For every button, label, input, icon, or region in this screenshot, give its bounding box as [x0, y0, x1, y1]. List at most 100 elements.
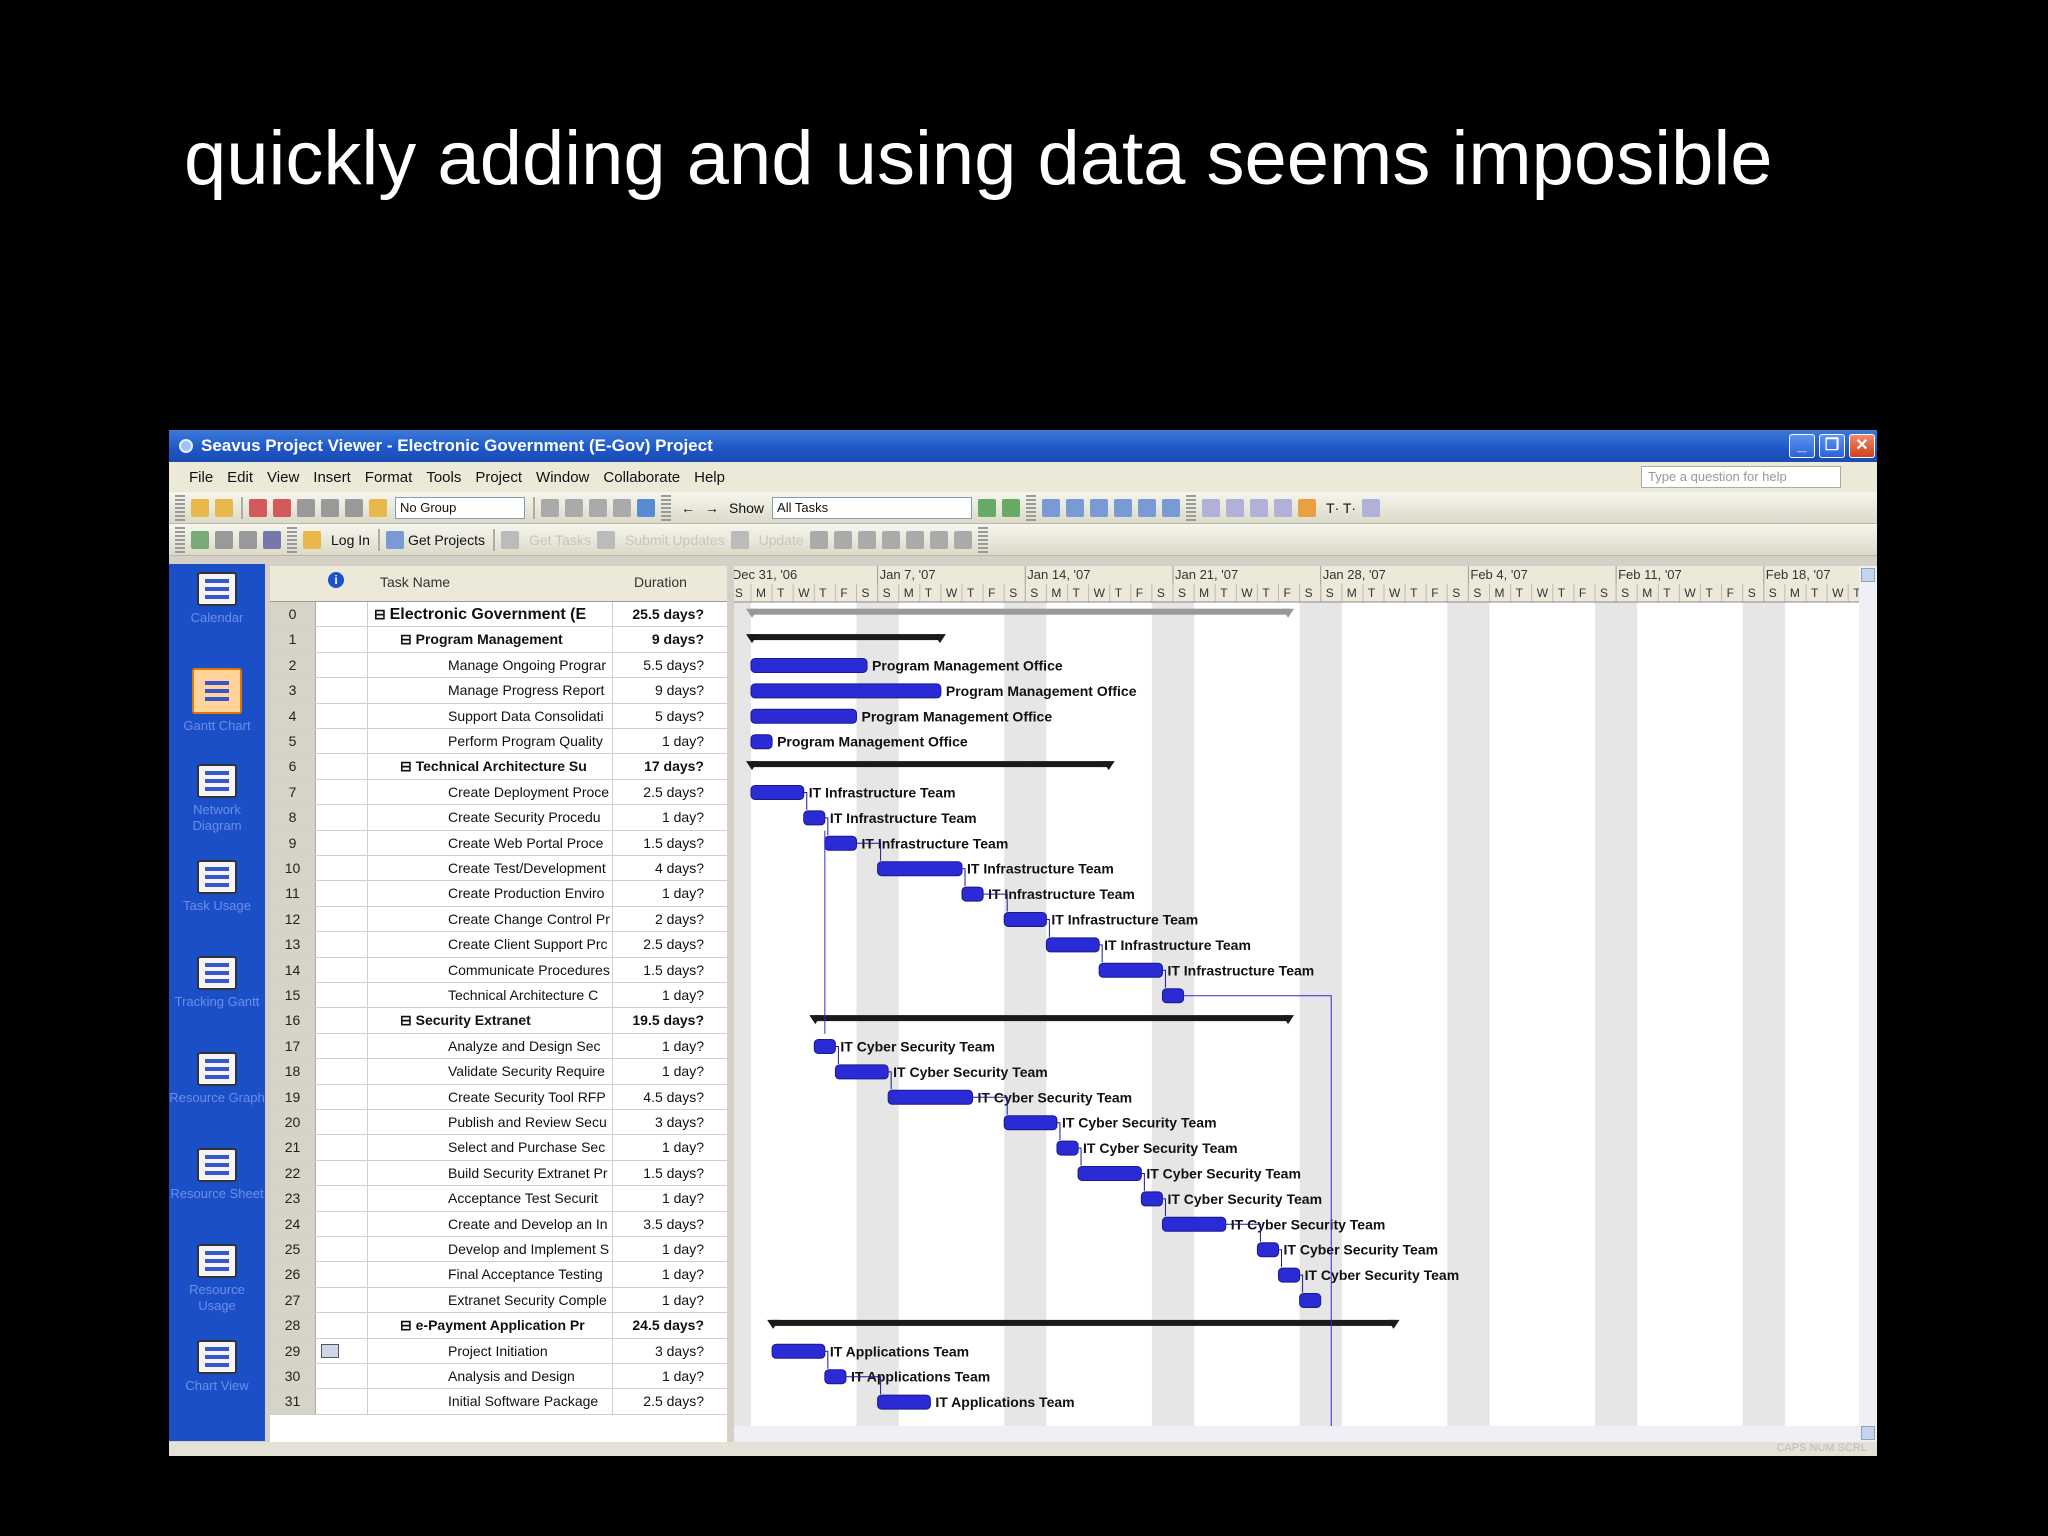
scroll-down-icon[interactable]: [1861, 1426, 1875, 1440]
open-icon[interactable]: [215, 498, 233, 517]
task-duration[interactable]: 5 days?: [614, 704, 712, 728]
group-select[interactable]: No Group: [395, 496, 525, 519]
autofilter-icon[interactable]: [978, 498, 997, 517]
table-row[interactable]: 24 Create and Develop an In 3.5 days?: [270, 1211, 727, 1237]
task-duration[interactable]: 1.5 days?: [614, 958, 712, 982]
table-row[interactable]: 11 Create Production Enviro 1 day?: [270, 881, 727, 907]
task-name-cell[interactable]: ⊟ e-Payment Application Pr: [368, 1313, 613, 1338]
view-task-usage[interactable]: Task Usage: [169, 860, 265, 914]
chart-icon[interactable]: [1362, 498, 1381, 517]
task-duration[interactable]: 2.5 days?: [614, 1389, 712, 1413]
table-row[interactable]: 20 Publish and Review Secu 3 days?: [270, 1110, 727, 1136]
task-duration[interactable]: 1 day?: [614, 983, 712, 1007]
table-row[interactable]: 25 Develop and Implement S1 day?: [270, 1237, 727, 1263]
login-button[interactable]: Log In: [331, 532, 370, 548]
task-duration[interactable]: 24.5 days?: [614, 1313, 712, 1337]
task-name-cell[interactable]: ⊟ Security Extranet: [368, 1008, 613, 1033]
toolbar-grip[interactable]: [175, 526, 185, 553]
table-row[interactable]: 27 Extranet Security Comple 1 day?: [270, 1287, 727, 1314]
task-name-cell[interactable]: Publish and Review Secu: [368, 1110, 613, 1135]
menu-collaborate[interactable]: Collaborate: [603, 469, 680, 486]
format-icon[interactable]: [345, 498, 363, 517]
toolbar-grip[interactable]: [175, 494, 185, 521]
table-row[interactable]: 4 Support Data Consolidati 5 days?: [270, 703, 727, 729]
task-duration[interactable]: 9 days?: [614, 678, 712, 702]
table-row[interactable]: 30 Analysis and Design 1 day?: [270, 1364, 727, 1390]
restore-button[interactable]: ❐: [1819, 434, 1845, 458]
tools-icon[interactable]: [215, 530, 233, 549]
menu-insert[interactable]: Insert: [313, 469, 351, 486]
task-duration[interactable]: 1 day?: [614, 1364, 712, 1388]
view-resource-graph[interactable]: Resource Graph: [169, 1052, 265, 1106]
paste-icon[interactable]: [321, 498, 339, 517]
view-icon[interactable]: [1090, 498, 1109, 517]
task-name-cell[interactable]: Final Acceptance Testing: [368, 1262, 613, 1287]
task-duration[interactable]: 1 day?: [614, 1262, 712, 1286]
task-duration[interactable]: 3 days?: [614, 1339, 712, 1363]
details-icon[interactable]: [881, 530, 900, 549]
task-name-cell[interactable]: Create Deployment Proce: [368, 779, 613, 805]
key-icon[interactable]: [303, 530, 321, 549]
table-icon[interactable]: [239, 530, 257, 549]
toolbar-grip[interactable]: [661, 494, 671, 521]
note-icon[interactable]: [321, 1343, 339, 1358]
table-row[interactable]: 1 ⊟ Program Management 9 days?: [270, 627, 727, 653]
menu-view[interactable]: View: [267, 469, 299, 486]
arrow-left-icon[interactable]: ←: [681, 500, 695, 516]
chart-icon[interactable]: [1274, 498, 1293, 517]
task-duration[interactable]: 4 days?: [614, 856, 712, 880]
task-duration[interactable]: 3 days?: [614, 1110, 712, 1134]
menu-help[interactable]: Help: [694, 469, 725, 486]
task-info-icon[interactable]: [637, 498, 655, 517]
task-name-cell[interactable]: Perform Program Quality: [368, 729, 613, 754]
task-duration[interactable]: 19.5 days?: [614, 1008, 712, 1032]
chart-icon[interactable]: [1226, 498, 1245, 517]
table-row[interactable]: 3 Manage Progress Report 9 days?: [270, 678, 727, 704]
task-name-cell[interactable]: Create Web Portal Proce: [368, 830, 613, 855]
task-name-cell[interactable]: Create Change Control Pr: [368, 906, 613, 932]
zoom-out-icon[interactable]: [565, 498, 583, 517]
view-resource-usage[interactable]: Resource Usage: [169, 1244, 265, 1314]
table-row[interactable]: 31 Initial Software Package 2.5 days?: [270, 1389, 727, 1415]
toolbar-grip[interactable]: [977, 526, 988, 553]
view-icon[interactable]: [1114, 498, 1133, 517]
arrow-right-icon[interactable]: →: [705, 500, 719, 516]
chart-icon[interactable]: [1250, 498, 1269, 517]
table-row[interactable]: 21 Select and Purchase Sec 1 day?: [270, 1135, 727, 1161]
view-icon[interactable]: [1066, 498, 1085, 517]
preview-icon[interactable]: [273, 498, 291, 517]
table-row[interactable]: 28 ⊟ e-Payment Application Pr 24.5 days?: [270, 1313, 727, 1339]
task-duration[interactable]: 1 day?: [614, 1288, 712, 1312]
task-name-cell[interactable]: Create Security Procedu: [368, 805, 613, 830]
close-button[interactable]: ✕: [1849, 434, 1875, 458]
table-row[interactable]: 8 Create Security Procedu 1 day?: [270, 805, 727, 831]
menu-format[interactable]: Format: [365, 469, 413, 486]
table-row[interactable]: 29 Project Initiation 3 days?: [270, 1338, 727, 1364]
menu-project[interactable]: Project: [475, 469, 522, 486]
task-duration[interactable]: 1.5 days?: [614, 831, 712, 855]
task-name-cell[interactable]: Validate Security Require: [368, 1059, 613, 1084]
task-duration[interactable]: 2.5 days?: [614, 780, 712, 804]
view-chart-view[interactable]: Chart View: [169, 1340, 265, 1394]
task-name-cell[interactable]: Build Security Extranet Pr: [368, 1160, 613, 1186]
task-name-cell[interactable]: Communicate Procedures: [368, 957, 613, 982]
task-duration[interactable]: 1 day?: [614, 1034, 712, 1058]
task-duration[interactable]: 4.5 days?: [614, 1085, 712, 1109]
task-name-cell[interactable]: Initial Software Package: [368, 1389, 613, 1414]
table-row[interactable]: 9 Create Web Portal Proce 1.5 days?: [270, 830, 727, 856]
task-name-cell[interactable]: Create Security Tool RFP: [368, 1084, 613, 1109]
sort-icon[interactable]: [1002, 498, 1021, 517]
filter-select[interactable]: All Tasks: [772, 496, 973, 519]
menu-file[interactable]: File: [189, 469, 213, 486]
task-duration[interactable]: 1 day?: [614, 1059, 712, 1083]
task-name-cell[interactable]: Create Production Enviro: [368, 881, 613, 906]
task-name-cell[interactable]: Analyze and Design Sec: [368, 1033, 613, 1059]
table-row[interactable]: 12 Create Change Control Pr 2 days?: [270, 906, 727, 933]
task-name-cell[interactable]: Manage Ongoing Prograr: [368, 652, 613, 678]
table-row[interactable]: 10 Create Test/Development 4 days?: [270, 856, 727, 882]
task-duration[interactable]: 2.5 days?: [614, 932, 712, 956]
filter-icon[interactable]: [263, 530, 281, 549]
chart-icon[interactable]: [1202, 498, 1221, 517]
show-button[interactable]: Show: [729, 500, 764, 516]
task-duration[interactable]: 1 day?: [614, 1237, 712, 1261]
